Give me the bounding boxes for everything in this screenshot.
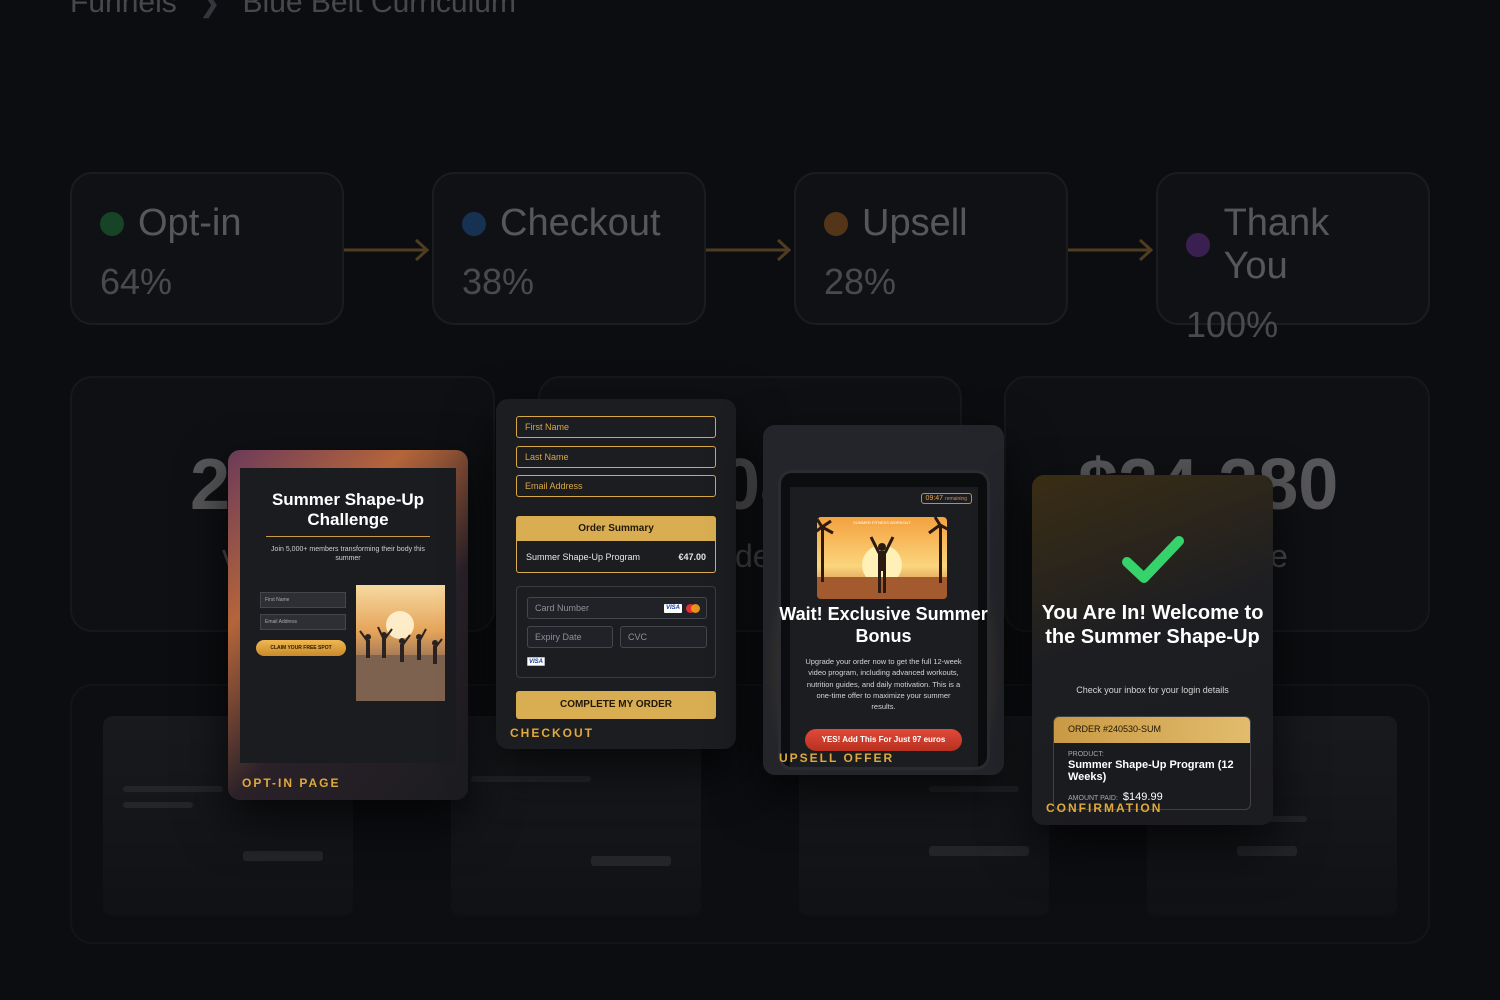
stage-name: Opt-in (138, 202, 242, 244)
email-field[interactable]: Email Address (260, 614, 346, 630)
stage-name: Checkout (500, 202, 661, 244)
visa-icon: VISA (664, 604, 682, 613)
countdown-timer: 09:47 remaining (920, 493, 972, 504)
divider (266, 536, 430, 537)
accept-upsell-button[interactable]: YES! Add This For Just 97 euros (805, 729, 962, 751)
background-app: Funnels ❯ Blue Belt Curriculum Opt-in 64… (0, 0, 1500, 1000)
card-label: UPSELL OFFER (779, 751, 895, 765)
stage-name: Thank You (1223, 202, 1330, 287)
timer-value: 09:47 (925, 495, 944, 502)
stage-percent: 64% (100, 261, 173, 302)
first-name-field[interactable]: First Name (260, 592, 346, 608)
optin-preview: Summer Shape-Up Challenge Join 5,000+ me… (240, 468, 456, 763)
upsell-description: Upgrade your order now to get the full 1… (805, 657, 962, 711)
breadcrumb-current: Blue Belt Curriculum (242, 0, 516, 19)
stage-percent: 28% (824, 261, 897, 302)
confirmation-description: Check your inbox for your login details (1076, 685, 1229, 695)
stage-percent: 38% (462, 261, 535, 302)
card-number-field[interactable]: Card Number VISA (527, 597, 707, 619)
visa-icon: VISA (527, 657, 545, 666)
optin-page-card[interactable]: Summer Shape-Up Challenge Join 5,000+ me… (228, 450, 468, 800)
last-name-field[interactable]: Last Name (516, 446, 716, 468)
arrow-right-icon (1068, 238, 1154, 262)
card-label: OPT-IN PAGE (242, 776, 341, 790)
chevron-right-icon: ❯ (198, 0, 221, 18)
stage-percent: 100% (1186, 304, 1279, 345)
order-summary-row: Summer Shape-Up Program €47.00 (516, 541, 716, 573)
mastercard-icon (686, 604, 700, 613)
product-name: Summer Shape-Up Program (12 Weeks) (1068, 759, 1234, 784)
metric-value: 2 (190, 445, 231, 525)
arrow-right-icon (706, 238, 792, 262)
sunset-fitness-image: SUMMER FITNESS WORKOUT (817, 517, 947, 599)
card-number-placeholder: Card Number (535, 603, 590, 613)
complete-order-button[interactable]: COMPLETE MY ORDER (516, 691, 716, 719)
beach-yoga-image (356, 585, 445, 701)
stage-name: Upsell (862, 202, 968, 244)
email-field[interactable]: Email Address (516, 475, 716, 497)
claim-spot-button[interactable]: CLAIM YOUR FREE SPOT (256, 640, 346, 656)
order-id: ORDER #240530-SUM (1054, 717, 1250, 743)
product-price: €47.00 (678, 552, 706, 562)
optin-description: Join 5,000+ members transforming their b… (271, 546, 425, 563)
status-dot-icon (1186, 233, 1210, 257)
payment-section: Card Number VISA Expiry Date CVC VISA (516, 586, 716, 678)
stage-card-thank-you[interactable]: Thank You 100% (1156, 172, 1430, 345)
status-dot-icon (462, 211, 486, 236)
timer-suffix: remaining (945, 496, 967, 502)
checkout-page-card[interactable]: First Name Last Name Email Address Order… (496, 399, 736, 749)
card-label: CONFIRMATION (1046, 801, 1163, 815)
product-label: PRODUCT: (1068, 751, 1104, 758)
expiry-date-field[interactable]: Expiry Date (527, 626, 613, 648)
upsell-title: Wait! Exclusive Summer Bonus (779, 604, 988, 646)
stage-card-optin[interactable]: Opt-in 64% (70, 172, 344, 325)
checkmark-icon (1122, 536, 1184, 583)
first-name-field[interactable]: First Name (516, 416, 716, 438)
optin-form: First Name Email Address (252, 586, 352, 676)
cvc-field[interactable]: CVC (620, 626, 707, 648)
breadcrumb: Funnels ❯ Blue Belt Curriculum (70, 0, 516, 20)
status-dot-icon (100, 211, 124, 236)
upsell-page-card[interactable]: 09:47 remaining SUMMER FITNESS WORKOUT W… (763, 425, 1004, 775)
image-caption: SUMMER FITNESS WORKOUT (853, 520, 911, 525)
card-label: CHECKOUT (510, 726, 594, 740)
stage-card-checkout[interactable]: Checkout 38% (432, 172, 706, 325)
status-dot-icon (824, 211, 848, 236)
order-details: ORDER #240530-SUM PRODUCT: Summer Shape-… (1053, 716, 1251, 810)
arrow-right-icon (344, 238, 430, 262)
order-summary-header: Order Summary (516, 516, 716, 541)
stage-card-upsell[interactable]: Upsell 28% (794, 172, 1068, 325)
confirmation-title: You Are In! Welcome to the Summer Shape-… (1041, 602, 1264, 649)
breadcrumb-root[interactable]: Funnels (70, 0, 177, 20)
product-name: Summer Shape-Up Program (526, 552, 641, 562)
optin-title: Summer Shape-Up Challenge (271, 490, 425, 529)
confirmation-page-card[interactable]: You Are In! Welcome to the Summer Shape-… (1032, 475, 1273, 825)
